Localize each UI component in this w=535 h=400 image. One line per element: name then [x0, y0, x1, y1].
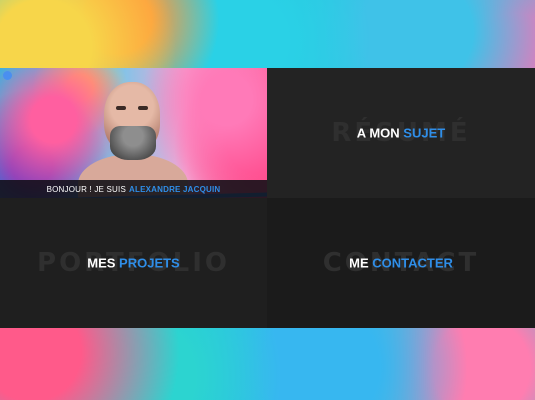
contact-title-b: CONTACTER	[372, 255, 453, 271]
resume-title: A MON SUJET	[267, 126, 535, 141]
lock-icon	[3, 71, 12, 80]
portrait-beard	[110, 126, 156, 160]
portfolio-title: MES PROJETS	[0, 256, 267, 271]
contact-title-a: ME	[349, 255, 369, 271]
resume-tile[interactable]: RÉSUMÉ A MON SUJET	[267, 68, 535, 198]
portrait-eye-left	[116, 106, 126, 110]
home-grid: BONJOUR ! JE SUIS ALEXANDRE JACQUIN RÉSU…	[0, 68, 535, 328]
resume-title-a: A MON	[356, 125, 400, 141]
profile-greeting: BONJOUR ! JE SUIS	[46, 184, 126, 194]
portfolio-tile[interactable]: PORTFOLIO MES PROJETS	[0, 198, 267, 328]
portfolio-title-b: PROJETS	[119, 255, 180, 271]
contact-tile[interactable]: CONTACT ME CONTACTER	[267, 198, 535, 328]
portrait-eye-right	[138, 106, 148, 110]
profile-name: ALEXANDRE JACQUIN	[129, 184, 221, 194]
contact-title: ME CONTACTER	[267, 256, 535, 271]
portfolio-title-a: MES	[87, 255, 116, 271]
profile-caption: BONJOUR ! JE SUIS ALEXANDRE JACQUIN	[0, 180, 267, 198]
profile-tile[interactable]: BONJOUR ! JE SUIS ALEXANDRE JACQUIN	[0, 68, 267, 198]
resume-title-b: SUJET	[403, 125, 446, 141]
